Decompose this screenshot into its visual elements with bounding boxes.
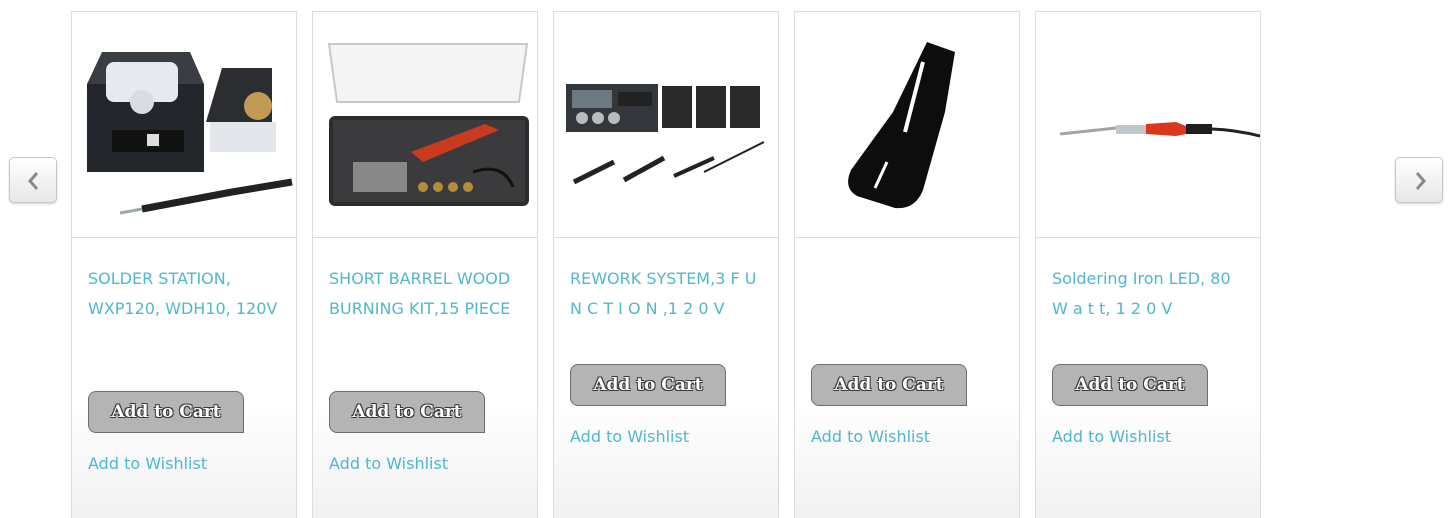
- product-card: Add to Cart Add to Wishlist: [794, 11, 1020, 518]
- product-name[interactable]: SHORT BARREL WOOD BURNING KIT,15 PIECE: [329, 264, 525, 324]
- add-to-cart-button[interactable]: Add to Cart: [1052, 364, 1208, 406]
- product-card: REWORK SYSTEM,3 F U N C T I O N ,1 2 0 V…: [553, 11, 779, 518]
- product-card: SHORT BARREL WOOD BURNING KIT,15 PIECE A…: [312, 11, 538, 518]
- product-name[interactable]: Soldering Iron LED, 80 W a t t, 1 2 0 V: [1052, 264, 1248, 324]
- rework-system-image: [566, 84, 765, 185]
- solder-station-image: [87, 52, 293, 215]
- product-card: Soldering Iron LED, 80 W a t t, 1 2 0 V …: [1035, 11, 1261, 518]
- chevron-left-icon: [28, 172, 39, 190]
- add-to-wishlist-link[interactable]: Add to Wishlist: [1052, 427, 1171, 446]
- add-to-cart-button[interactable]: Add to Cart: [88, 391, 244, 433]
- product-image[interactable]: [313, 12, 537, 238]
- product-name[interactable]: SOLDER STATION, WXP120, WDH10, 120V: [88, 264, 284, 324]
- carousel-prev-button[interactable]: [9, 157, 57, 203]
- product-image[interactable]: [554, 12, 778, 238]
- wood-burning-kit-image: [327, 43, 529, 206]
- add-to-wishlist-link[interactable]: Add to Wishlist: [570, 427, 689, 446]
- add-to-cart-button[interactable]: Add to Cart: [570, 364, 726, 406]
- carousel-next-button[interactable]: [1395, 157, 1443, 203]
- add-to-wishlist-link[interactable]: Add to Wishlist: [329, 454, 448, 473]
- add-to-wishlist-link[interactable]: Add to Wishlist: [811, 427, 930, 446]
- product-image[interactable]: [72, 12, 296, 238]
- product-image[interactable]: [1036, 12, 1260, 238]
- product-image[interactable]: [795, 12, 1019, 238]
- add-to-wishlist-link[interactable]: Add to Wishlist: [88, 454, 207, 473]
- product-name[interactable]: REWORK SYSTEM,3 F U N C T I O N ,1 2 0 V: [570, 264, 766, 324]
- add-to-cart-button[interactable]: Add to Cart: [329, 391, 485, 433]
- chevron-right-icon: [1415, 172, 1426, 190]
- product-card: SOLDER STATION, WXP120, WDH10, 120V Add …: [71, 11, 297, 518]
- soldering-iron-image: [1059, 122, 1260, 138]
- add-to-cart-button[interactable]: Add to Cart: [811, 364, 967, 406]
- soldering-tip-image: [848, 42, 955, 209]
